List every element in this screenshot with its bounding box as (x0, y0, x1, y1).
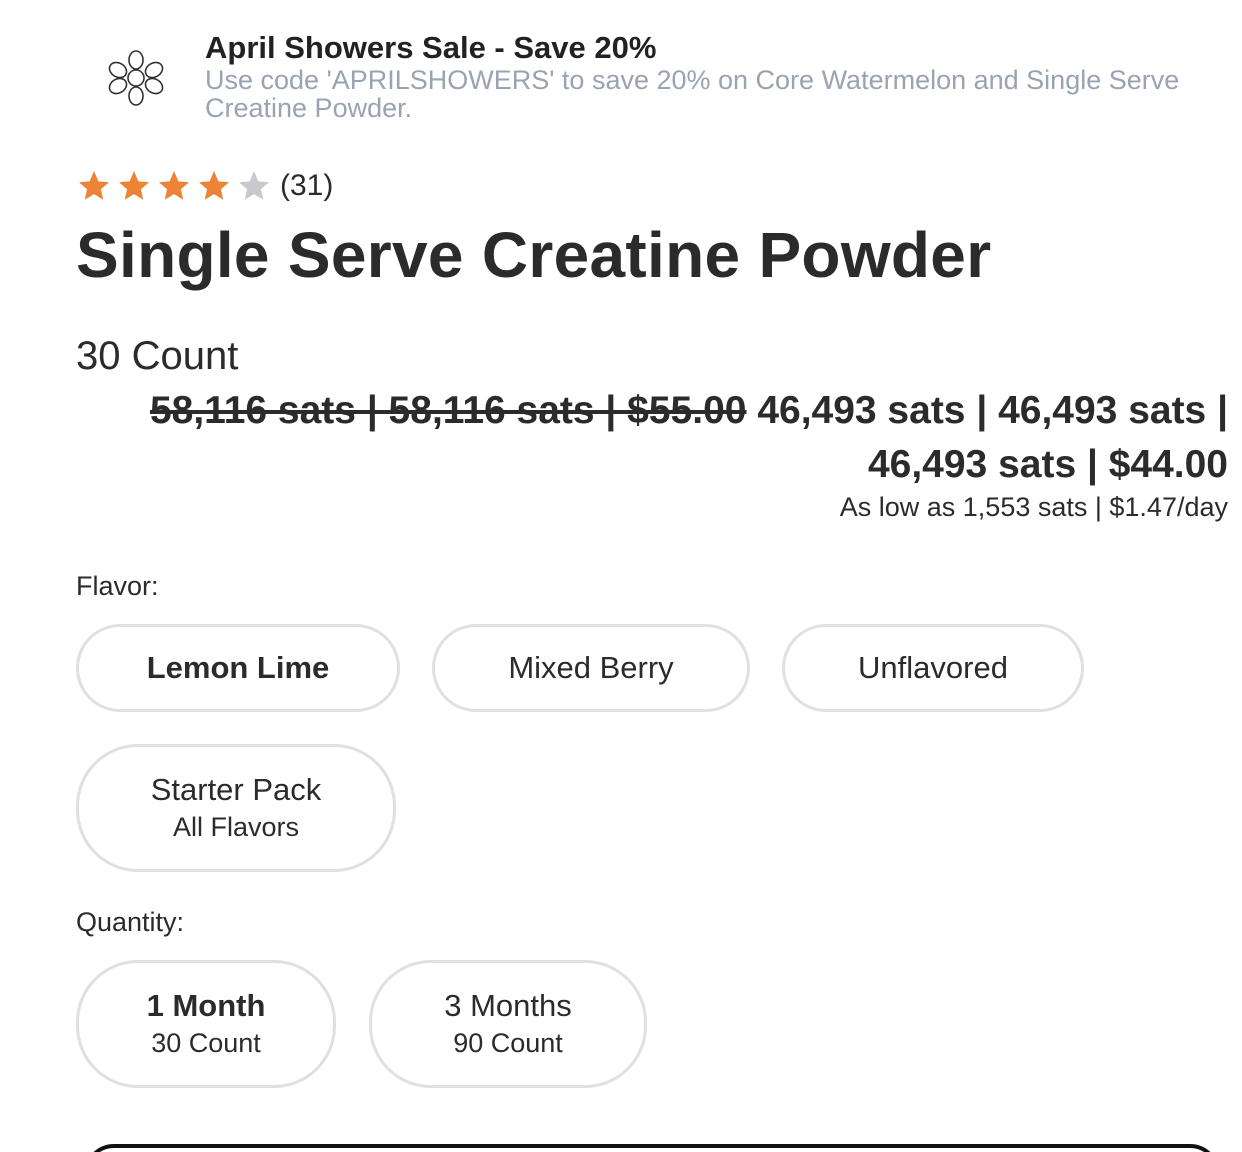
quantity-label: Quantity: (76, 907, 185, 937)
sale-price: 46,493 sats | 46,493 sats | 46,493 sats … (757, 389, 1228, 486)
quantity-option-1-month[interactable]: 1 Month 30 Count (76, 960, 336, 1088)
flavor-option-unflavored[interactable]: Unflavored (782, 624, 1084, 712)
original-price: 58,116 sats | 58,116 sats | $55.00 (149, 389, 747, 432)
flavor-option-lemon-lime[interactable]: Lemon Lime (76, 624, 400, 712)
option-label: 1 Month (146, 988, 266, 1023)
price-per-day: As low as 1,553 sats | $1.47/day (839, 492, 1228, 522)
promo-title: April Showers Sale - Save 20% (205, 30, 657, 65)
option-label: Mixed Berry (508, 650, 674, 685)
promo-description: Use code 'APRILSHOWERS' to save 20% on C… (205, 65, 1180, 123)
product-page: April Showers Sale - Save 20% Use code '… (0, 0, 1242, 1152)
star-filled-icon (79, 171, 109, 200)
product-title: Single Serve Creatine Powder (76, 219, 992, 291)
star-empty-icon (239, 171, 269, 200)
star-filled-icon (119, 171, 149, 200)
star-filled-icon (199, 171, 229, 200)
option-sublabel: 30 Count (151, 1028, 261, 1058)
product-rating[interactable]: (31) (76, 166, 333, 206)
review-count[interactable]: (31) (280, 169, 333, 203)
option-label: Lemon Lime (146, 650, 330, 685)
flavor-option-starter-pack[interactable]: Starter Pack All Flavors (76, 744, 396, 872)
option-label: 3 Months (444, 988, 572, 1023)
option-sublabel: 90 Count (453, 1028, 563, 1058)
option-label: Unflavored (858, 650, 1008, 685)
add-to-cart-button[interactable] (84, 1144, 1220, 1152)
flower-icon (108, 50, 164, 106)
price-block: 58,116 sats | 58,116 sats | $55.00 46,49… (88, 384, 1228, 492)
flavor-option-mixed-berry[interactable]: Mixed Berry (432, 624, 750, 712)
flavor-label: Flavor: (76, 571, 159, 601)
quantity-option-3-months[interactable]: 3 Months 90 Count (369, 960, 647, 1088)
star-filled-icon (159, 171, 189, 200)
product-size: 30 Count (76, 334, 239, 378)
option-sublabel: All Flavors (172, 812, 300, 842)
option-label: Starter Pack (150, 772, 322, 807)
